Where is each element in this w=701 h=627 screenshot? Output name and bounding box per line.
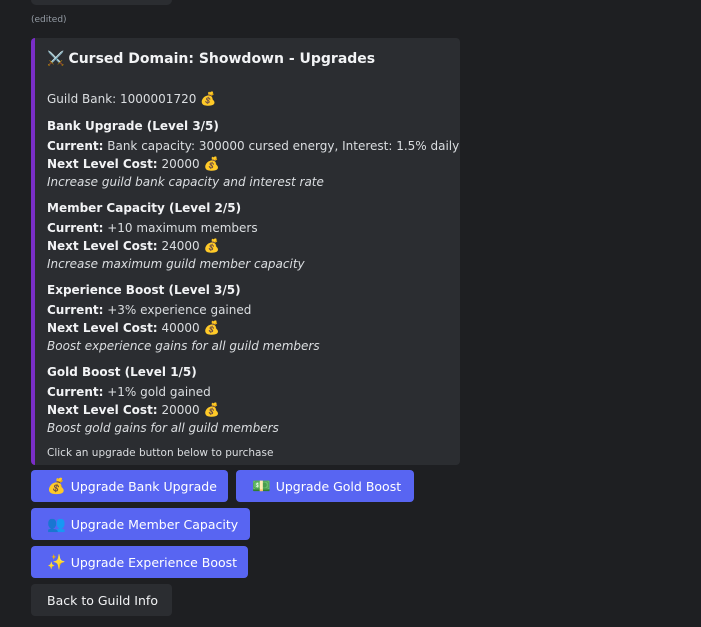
- people-icon: 👥: [47, 515, 66, 533]
- upgrade-experience-button[interactable]: ✨ Upgrade Experience Boost: [31, 546, 248, 578]
- upgrade-member-label: Upgrade Member Capacity: [70, 516, 239, 532]
- cost-value: 24000: [161, 239, 200, 253]
- upgrade-description-gold: Boost gold gains for all guild members: [47, 421, 279, 435]
- upgrade-description-experience: Boost experience gains for all guild mem…: [47, 339, 320, 353]
- cost-value: 40000: [161, 321, 200, 335]
- edited-label: (edited): [31, 15, 67, 25]
- current-value: +1% gold gained: [107, 385, 211, 399]
- current-label: Current:: [47, 139, 104, 153]
- upgrade-heading-experience: Experience Boost (Level 3/5): [47, 283, 241, 297]
- embed-title: ⚔️ Cursed Domain: Showdown - Upgrades: [47, 51, 375, 67]
- current-value: +10 maximum members: [107, 221, 258, 235]
- current-value: +3% experience gained: [107, 303, 252, 317]
- upgrade-description-member: Increase maximum guild member capacity: [47, 257, 305, 271]
- embed-footer: Click an upgrade button below to purchas…: [47, 447, 274, 459]
- upgrade-gold-label: Upgrade Gold Boost: [275, 478, 402, 494]
- current-value: Bank capacity: 300000 cursed energy, Int…: [107, 139, 460, 153]
- upgrades-embed: ⚔️ Cursed Domain: Showdown - Upgrades Gui…: [31, 38, 460, 465]
- upgrade-heading-gold: Gold Boost (Level 1/5): [47, 365, 197, 379]
- money-bag-icon: 💰: [203, 403, 220, 418]
- cost-value: 20000: [161, 157, 200, 171]
- upgrade-cost-bank: Next Level Cost: 20000 💰: [47, 156, 220, 172]
- cost-value: 20000: [161, 403, 200, 417]
- embed-title-text: Cursed Domain: Showdown - Upgrades: [68, 51, 376, 67]
- upgrade-cost-experience: Next Level Cost: 40000 💰: [47, 320, 220, 336]
- upgrade-heading-member: Member Capacity (Level 2/5): [47, 201, 242, 215]
- guild-bank-label: Guild Bank: 1000001720: [47, 92, 197, 106]
- cost-label: Next Level Cost:: [47, 321, 158, 335]
- money-bag-icon: 💰: [203, 239, 220, 254]
- back-to-guild-info-button[interactable]: Back to Guild Info: [31, 584, 172, 616]
- cost-label: Next Level Cost:: [47, 403, 158, 417]
- upgrade-bank-button[interactable]: 💰 Upgrade Bank Upgrade: [31, 470, 228, 502]
- money-bill-icon: 💵: [252, 477, 271, 495]
- cost-label: Next Level Cost:: [47, 239, 158, 253]
- current-label: Current:: [47, 385, 104, 399]
- money-bag-icon: 💰: [203, 321, 220, 336]
- upgrade-current-gold: Current: +1% gold gained: [47, 384, 211, 400]
- upgrade-cost-member: Next Level Cost: 24000 💰: [47, 238, 220, 254]
- upgrade-heading-bank: Bank Upgrade (Level 3/5): [47, 119, 219, 133]
- money-bag-icon: 💰: [203, 157, 220, 172]
- upgrade-description-bank: Increase guild bank capacity and interes…: [47, 175, 324, 189]
- money-bag-icon: 💰: [200, 92, 217, 107]
- upgrade-experience-label: Upgrade Experience Boost: [70, 554, 238, 570]
- guild-bank-line: Guild Bank: 1000001720 💰: [47, 91, 217, 107]
- upgrade-gold-button[interactable]: 💵 Upgrade Gold Boost: [236, 470, 414, 502]
- crossed-swords-icon: ⚔️: [47, 51, 65, 67]
- upgrade-current-experience: Current: +3% experience gained: [47, 302, 251, 318]
- upgrade-current-bank: Current: Bank capacity: 300000 cursed en…: [47, 138, 459, 154]
- back-label: Back to Guild Info: [47, 592, 158, 608]
- current-label: Current:: [47, 303, 104, 317]
- current-label: Current:: [47, 221, 104, 235]
- upgrade-member-button[interactable]: 👥 Upgrade Member Capacity: [31, 508, 250, 540]
- previous-button-stub[interactable]: [31, 0, 172, 5]
- upgrade-bank-label: Upgrade Bank Upgrade: [70, 478, 217, 494]
- money-bag-icon: 💰: [47, 477, 66, 495]
- upgrade-current-member: Current: +10 maximum members: [47, 220, 258, 236]
- sparkles-icon: ✨: [47, 553, 66, 571]
- cost-label: Next Level Cost:: [47, 157, 158, 171]
- upgrade-cost-gold: Next Level Cost: 20000 💰: [47, 402, 220, 418]
